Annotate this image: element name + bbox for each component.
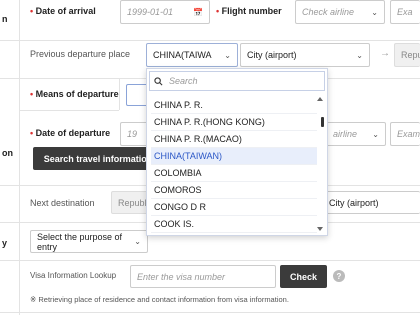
chevron-down-icon: ⌄ xyxy=(224,50,231,60)
dropdown-option[interactable]: COLOMBIA xyxy=(151,165,317,182)
previous-departure-label: Previous departure place xyxy=(30,49,131,59)
scroll-up-arrow[interactable] xyxy=(317,97,323,101)
row-divider xyxy=(0,312,420,313)
flight-number-label: • Flight number xyxy=(216,6,282,16)
left-label-fragment: on xyxy=(2,148,13,158)
left-label-fragment: y xyxy=(2,238,8,248)
chevron-down-icon: ⌄ xyxy=(371,7,378,17)
row-divider xyxy=(0,260,420,261)
row-divider xyxy=(0,40,420,41)
dropdown-option[interactable]: COMOROS xyxy=(151,182,317,199)
dropdown-options: CHINA P. R. CHINA P. R.(HONG KONG) CHINA… xyxy=(151,97,317,233)
check-button[interactable]: Check xyxy=(280,265,327,288)
dropdown-option-selected[interactable]: CHINA(TAIWAN) xyxy=(151,148,317,165)
search-travel-information-button[interactable]: Search travel information xyxy=(33,147,163,170)
calendar-icon[interactable]: 📅 xyxy=(193,8,203,17)
flight-number-input[interactable]: Exa xyxy=(390,0,420,24)
column-divider xyxy=(19,0,20,315)
visa-lookup-note: ※ Retrieving place of residence and cont… xyxy=(30,295,289,304)
dropdown-option[interactable]: CHINA P. R.(HONG KONG) xyxy=(151,114,317,131)
dropdown-option[interactable]: CONGO D R xyxy=(151,199,317,216)
row-divider xyxy=(19,110,119,111)
help-icon[interactable]: ? xyxy=(333,270,345,282)
arrival-date-label: • Date of arrival xyxy=(30,6,96,16)
country-dropdown[interactable]: Search CHINA P. R. CHINA P. R.(HONG KONG… xyxy=(146,68,328,236)
next-destination-label: Next destination xyxy=(30,198,95,208)
chevron-down-icon: ⌄ xyxy=(356,50,363,60)
column-divider xyxy=(119,78,120,110)
dropdown-search-input[interactable]: Search xyxy=(149,71,325,91)
chevron-down-icon: ⌄ xyxy=(134,237,141,246)
dropdown-scrollbar-thumb[interactable] xyxy=(321,117,324,127)
departure-flight-input[interactable]: Examp xyxy=(390,122,420,146)
search-icon xyxy=(154,76,163,85)
arrival-date-input[interactable]: 1999-01-01 📅 xyxy=(120,0,210,24)
dropdown-option[interactable]: COOK IS. xyxy=(151,216,317,233)
chevron-down-icon: ⌄ xyxy=(372,129,379,139)
previous-departure-country-select[interactable]: CHINA(TAIWA ⌄ xyxy=(146,43,238,67)
airline-select[interactable]: Check airline ⌄ xyxy=(295,0,385,24)
previous-departure-city-select[interactable]: City (airport) ⌄ xyxy=(240,43,370,67)
left-label-fragment: n xyxy=(2,14,8,24)
dropdown-option[interactable]: CHINA P. R. xyxy=(151,97,317,114)
scroll-down-arrow[interactable] xyxy=(317,227,323,231)
means-of-departure-label: • Means of departure xyxy=(30,89,119,99)
next-destination-city-select[interactable]: City (airport) xyxy=(322,191,420,214)
departure-airline-select[interactable]: airline ⌄ xyxy=(326,122,386,146)
visa-lookup-label: Visa Information Lookup xyxy=(30,271,117,280)
visa-number-input[interactable]: Enter the visa number xyxy=(130,265,276,288)
arrow-right-icon: → xyxy=(380,48,390,59)
purpose-of-entry-select[interactable]: Select the purpose of entry ⌄ xyxy=(30,230,148,253)
previous-departure-republic-field: Repu xyxy=(394,43,420,67)
dropdown-option[interactable]: CHINA P. R.(MACAO) xyxy=(151,131,317,148)
departure-date-label: • Date of departure xyxy=(30,128,111,138)
